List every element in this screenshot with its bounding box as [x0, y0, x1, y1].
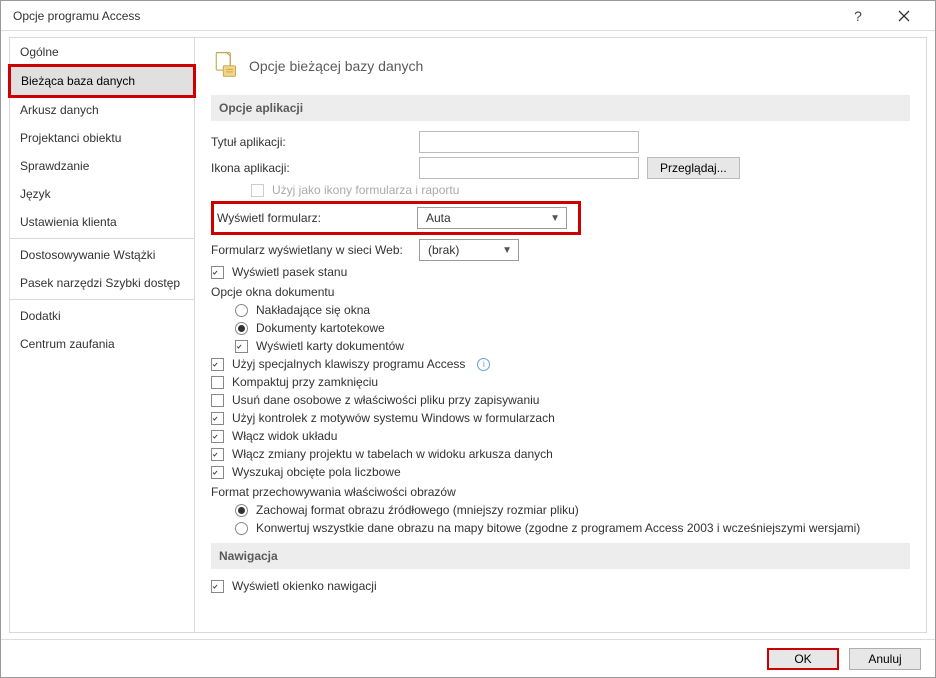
compact-checkbox[interactable]	[211, 376, 224, 389]
help-button[interactable]: ?	[835, 1, 881, 31]
pic-source-radio[interactable]	[235, 504, 248, 517]
pic-format-group-label: Format przechowywania właściwości obrazó…	[211, 485, 910, 499]
truncated-nums-checkbox[interactable]	[211, 466, 224, 479]
display-form-label: Wyświetl formularz:	[217, 211, 409, 225]
special-keys-checkbox[interactable]	[211, 358, 224, 371]
app-title-input[interactable]	[419, 131, 639, 153]
display-form-select[interactable]: Auta ▼	[417, 207, 567, 229]
design-changes-label: Włącz zmiany projektu w tabelach w widok…	[232, 447, 553, 461]
titlebar: Opcje programu Access ?	[1, 1, 935, 31]
use-as-icon-label: Użyj jako ikony formularza i raportu	[272, 183, 459, 197]
themed-controls-checkbox[interactable]	[211, 412, 224, 425]
pic-bitmap-radio[interactable]	[235, 522, 248, 535]
use-as-icon-checkbox	[251, 184, 264, 197]
dialog-footer: OK Anuluj	[1, 639, 935, 677]
doc-window-group-label: Opcje okna dokumentu	[211, 285, 910, 299]
database-options-icon	[211, 50, 239, 81]
sidebar-item-general[interactable]: Ogólne	[10, 38, 194, 66]
cancel-button[interactable]: Anuluj	[849, 648, 921, 670]
app-title-label: Tytuł aplikacji:	[211, 135, 411, 149]
pic-source-label: Zachowaj format obrazu źródłowego (mniej…	[256, 503, 579, 517]
status-bar-checkbox[interactable]	[211, 266, 224, 279]
web-form-select[interactable]: (brak) ▼	[419, 239, 519, 261]
doc-tabs-checkbox[interactable]	[235, 340, 248, 353]
pic-bitmap-label: Konwertuj wszystkie dane obrazu na mapy …	[256, 521, 860, 535]
doc-tabs-label: Wyświetl karty dokumentów	[256, 339, 404, 353]
ok-button[interactable]: OK	[767, 648, 839, 670]
chevron-down-icon: ▼	[502, 245, 512, 256]
layout-view-label: Włącz widok układu	[232, 429, 337, 443]
window-title: Opcje programu Access	[13, 9, 835, 23]
themed-controls-label: Użyj kontrolek z motywów systemu Windows…	[232, 411, 555, 425]
sidebar: Ogólne Bieżąca baza danych Arkusz danych…	[9, 37, 195, 633]
tabbed-documents-label: Dokumenty kartotekowe	[256, 321, 385, 335]
remove-personal-label: Usuń dane osobowe z właściwości pliku pr…	[232, 393, 539, 407]
display-form-value: Auta	[426, 211, 451, 225]
sidebar-item-customize-ribbon[interactable]: Dostosowywanie Wstążki	[10, 241, 194, 269]
tabbed-documents-radio[interactable]	[235, 322, 248, 335]
sidebar-item-datasheet[interactable]: Arkusz danych	[10, 96, 194, 124]
overlapping-windows-label: Nakładające się okna	[256, 303, 370, 317]
overlapping-windows-radio[interactable]	[235, 304, 248, 317]
section-navigation: Nawigacja	[211, 543, 910, 569]
content-panel: Opcje bieżącej bazy danych Opcje aplikac…	[195, 38, 926, 632]
web-form-label: Formularz wyświetlany w sieci Web:	[211, 243, 411, 257]
truncated-nums-label: Wyszukaj obcięte pola liczbowe	[232, 465, 401, 479]
design-changes-checkbox[interactable]	[211, 448, 224, 461]
section-app-options: Opcje aplikacji	[211, 95, 910, 121]
special-keys-label: Użyj specjalnych klawiszy programu Acces…	[232, 357, 465, 371]
close-button[interactable]	[881, 1, 927, 31]
panel-title: Opcje bieżącej bazy danych	[249, 58, 423, 74]
sidebar-item-current-db[interactable]: Bieżąca baza danych	[11, 67, 193, 95]
sidebar-item-quick-access[interactable]: Pasek narzędzi Szybki dostęp	[10, 269, 194, 297]
sidebar-item-trust-center[interactable]: Centrum zaufania	[10, 330, 194, 358]
remove-personal-checkbox[interactable]	[211, 394, 224, 407]
nav-pane-label: Wyświetl okienko nawigacji	[232, 579, 377, 593]
app-icon-input[interactable]	[419, 157, 639, 179]
browse-button[interactable]: Przeglądaj...	[647, 157, 740, 179]
chevron-down-icon: ▼	[550, 213, 560, 224]
nav-pane-checkbox[interactable]	[211, 580, 224, 593]
compact-label: Kompaktuj przy zamknięciu	[232, 375, 378, 389]
sidebar-item-client-settings[interactable]: Ustawienia klienta	[10, 208, 194, 236]
sidebar-item-object-designers[interactable]: Projektanci obiektu	[10, 124, 194, 152]
status-bar-label: Wyświetl pasek stanu	[232, 265, 347, 279]
sidebar-item-addins[interactable]: Dodatki	[10, 302, 194, 330]
app-icon-label: Ikona aplikacji:	[211, 161, 411, 175]
sidebar-item-language[interactable]: Język	[10, 180, 194, 208]
panel-header: Opcje bieżącej bazy danych	[211, 50, 910, 81]
info-icon[interactable]: i	[477, 358, 490, 371]
web-form-value: (brak)	[428, 243, 459, 257]
layout-view-checkbox[interactable]	[211, 430, 224, 443]
sidebar-item-proofing[interactable]: Sprawdzanie	[10, 152, 194, 180]
